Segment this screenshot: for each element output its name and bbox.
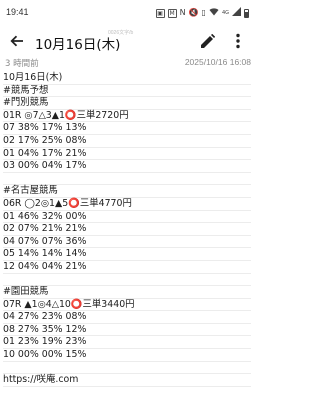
note-line: 01 04% 17% 21% — [3, 148, 251, 161]
note-line: 07 38% 17% 13% — [3, 122, 251, 135]
note-line — [3, 173, 251, 186]
note-line: 04 27% 23% 08% — [3, 311, 251, 324]
note-line: 10月16日(木) — [3, 72, 251, 85]
note-line: 05 14% 14% 14% — [3, 248, 251, 261]
note-line: 02 07% 21% 21% — [3, 223, 251, 236]
note-line: 03 00% 04% 17% — [3, 160, 251, 173]
vibrate-icon: ▯ — [201, 8, 206, 17]
more-options-button[interactable] — [228, 30, 248, 52]
edit-button[interactable] — [196, 30, 218, 52]
back-arrow-icon — [10, 35, 23, 47]
battery-icon — [244, 8, 249, 18]
note-line: 04 07% 07% 36% — [3, 236, 251, 249]
note-line: 02 17% 25% 08% — [3, 135, 251, 148]
signal-icon — [232, 7, 241, 19]
mute-icon: 🔇 — [188, 8, 199, 17]
note-line: 06R ◯2◎1▲5⭕三単4770円 — [3, 198, 251, 211]
mail-icon: M — [167, 8, 177, 18]
note-line: #名古屋競馬 — [3, 185, 251, 198]
note-line: #競馬予想 — [3, 85, 251, 98]
nfc-icon: N — [179, 8, 186, 17]
note-timestamp: 2025/10/16 16:08 — [184, 57, 251, 67]
note-line — [3, 274, 251, 287]
wifi-icon — [209, 7, 219, 19]
back-button[interactable] — [6, 30, 28, 52]
note-line: 12 04% 04% 21% — [3, 261, 251, 274]
note-line: #園田競馬 — [3, 286, 251, 299]
relative-time: 3 時間前 — [5, 59, 39, 69]
note-line: 10 00% 00% 15% — [3, 349, 251, 362]
app-bar: 10月16日(木) 0026文字/b — [0, 26, 255, 56]
note-line — [3, 362, 251, 375]
status-icons: ▣ M N 🔇 ▯ 4G — [155, 7, 249, 19]
status-bar: 19:41 ▣ M N 🔇 ▯ 4G — [0, 0, 255, 26]
note-body[interactable]: 10月16日(木) #競馬予想 #門別競馬 01R ◎7△3▲1⭕三単2720円 07 … — [3, 72, 251, 387]
more-vert-icon — [236, 33, 240, 49]
note-line: #門別競馬 — [3, 97, 251, 110]
note-meta: 3 時間前 2025/10/16 16:08 — [0, 56, 255, 70]
page-title: 10月16日(木) — [35, 37, 121, 53]
note-line: 01 23% 19% 23% — [3, 336, 251, 350]
character-count-hint: 0026文字/b — [108, 30, 134, 36]
note-line: https://咲庵.com — [3, 374, 251, 387]
note-line: 01 46% 32% 00% — [3, 211, 251, 224]
note-line: 08 27% 35% 12% — [3, 324, 251, 337]
status-time: 19:41 — [6, 7, 29, 17]
note-line: 07R ▲1◎4△10⭕三単3440円 — [3, 299, 251, 312]
lte-icon: 4G — [221, 10, 229, 16]
pencil-icon — [200, 33, 215, 48]
note-line: 01R ◎7△3▲1⭕三単2720円 — [3, 110, 251, 123]
photo-icon: ▣ — [155, 8, 165, 18]
